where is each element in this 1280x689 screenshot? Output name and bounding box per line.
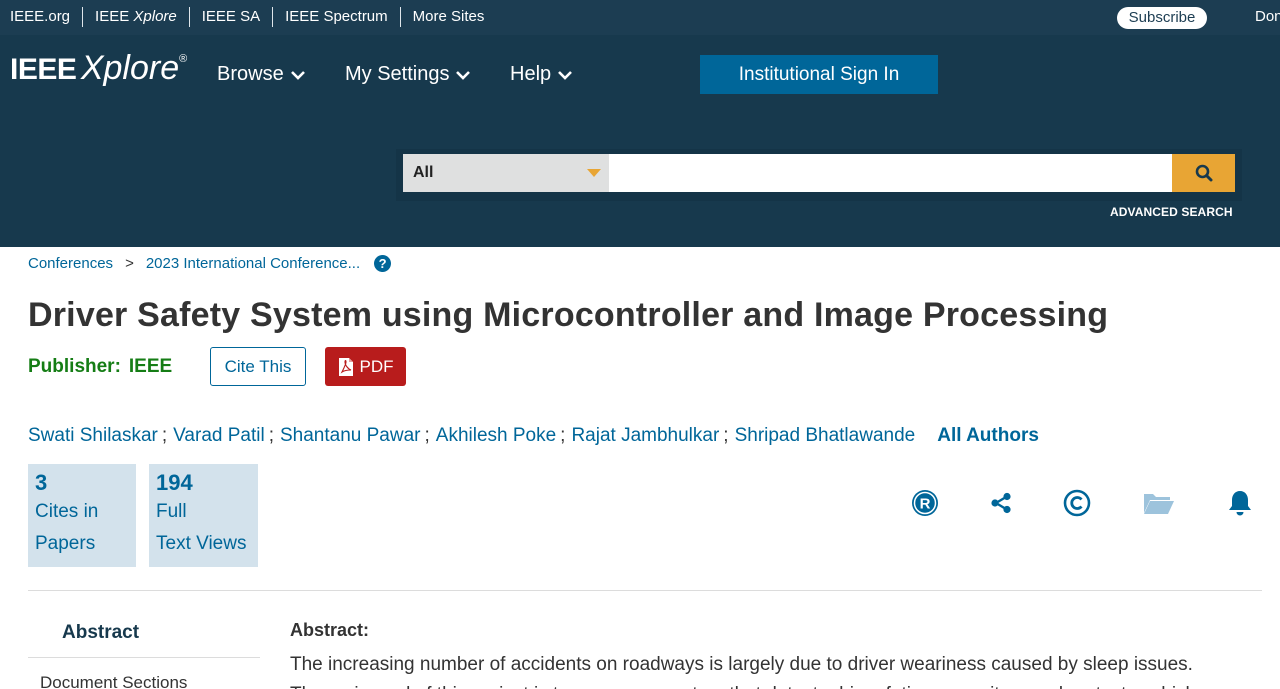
search-input[interactable] xyxy=(609,154,1172,192)
author-separator: ; xyxy=(723,425,729,446)
pdf-button-label: PDF xyxy=(359,356,394,376)
abstract-heading: Abstract: xyxy=(290,620,370,640)
rights-icon: R xyxy=(912,490,938,516)
caret-down-icon xyxy=(587,169,601,177)
top-bar: IEEE.org IEEE Xplore IEEE SA IEEE Spectr… xyxy=(0,0,1280,35)
copyright-icon xyxy=(1063,489,1091,517)
search-scope-dropdown[interactable]: All xyxy=(403,154,609,192)
nav-my-settings-label: My Settings xyxy=(345,63,450,85)
chevron-down-icon xyxy=(558,70,573,80)
search-bar: All xyxy=(396,149,1242,201)
sidebar-divider xyxy=(28,657,260,658)
pdf-file-icon xyxy=(338,357,353,376)
publisher-label: Publisher: xyxy=(28,356,121,377)
folder-icon xyxy=(1144,494,1174,514)
save-to-folder-button[interactable] xyxy=(1143,488,1175,518)
help-icon[interactable]: ? xyxy=(374,255,392,272)
search-scope-value: All xyxy=(413,164,434,181)
author-link[interactable]: Shripad Bhatlawande xyxy=(735,425,916,447)
search-button[interactable] xyxy=(1172,154,1235,192)
metric-label-line1: Full xyxy=(156,501,187,522)
site-header: IEEE Xplore® Browse My Settings Help Ins… xyxy=(0,35,1280,247)
chevron-down-icon xyxy=(290,70,305,80)
metric-number: 3 xyxy=(35,470,48,495)
author-link[interactable]: Rajat Jambhulkar xyxy=(571,425,719,447)
search-icon xyxy=(1195,164,1212,182)
donate-link[interactable]: Donate xyxy=(1255,8,1280,25)
nav-help[interactable]: Help xyxy=(510,63,573,86)
link-ieee-xplore[interactable]: IEEE Xplore xyxy=(83,6,190,27)
breadcrumb-conferences[interactable]: Conferences xyxy=(28,255,113,272)
breadcrumb-conference[interactable]: 2023 International Conference... xyxy=(146,255,360,272)
link-ieee-org[interactable]: IEEE.org xyxy=(0,6,84,27)
share-button[interactable] xyxy=(986,488,1016,518)
nav-my-settings[interactable]: My Settings xyxy=(345,63,471,86)
author-separator: ; xyxy=(560,425,566,446)
subscribe-button[interactable]: Subscribe xyxy=(1117,7,1207,29)
nav-help-label: Help xyxy=(510,63,552,85)
metric-label-line2: Text Views xyxy=(156,533,247,554)
pdf-button[interactable]: PDF xyxy=(325,347,406,386)
author-separator: ; xyxy=(424,425,430,446)
metric-label-line2: Papers xyxy=(35,533,96,554)
publisher-value: IEEE xyxy=(128,356,173,377)
sidebar-item-abstract[interactable]: Abstract xyxy=(62,622,139,644)
metric-label-line1: Cites in xyxy=(35,501,99,522)
abstract-text: The increasing number of accidents on ro… xyxy=(290,654,1200,689)
link-ieee-spectrum[interactable]: IEEE Spectrum xyxy=(273,6,401,27)
metric-cites-in-papers[interactable]: 3 Cites in Papers xyxy=(28,464,136,567)
chevron-down-icon xyxy=(456,70,471,80)
alerts-button[interactable] xyxy=(1225,488,1255,518)
author-link[interactable]: Shantanu Pawar xyxy=(280,425,421,447)
sidebar-item-document-sections[interactable]: Document Sections xyxy=(40,673,187,689)
link-more-sites[interactable]: More Sites xyxy=(401,7,497,27)
share-icon xyxy=(991,492,1011,514)
all-authors-link[interactable]: All Authors xyxy=(937,425,1039,447)
nav-browse-label: Browse xyxy=(217,63,284,85)
author-list: Swati Shilaskar; Varad Patil; Shantanu P… xyxy=(28,425,1039,447)
publisher-info: Publisher: IEEE xyxy=(28,356,172,378)
logo-registered-mark: ® xyxy=(179,53,188,65)
copyright-button[interactable] xyxy=(1062,488,1092,518)
nav-browse[interactable]: Browse xyxy=(217,63,306,86)
advanced-search-link[interactable]: ADVANCED SEARCH xyxy=(1110,205,1233,219)
link-ieee-xplore-italic: Xplore xyxy=(133,7,177,25)
logo-ieee-text: IEEE xyxy=(10,53,77,86)
metric-full-text-views[interactable]: 194 Full Text Views xyxy=(149,464,258,567)
breadcrumb-separator: > xyxy=(125,255,134,272)
breadcrumb: Conferences > 2023 International Confere… xyxy=(28,255,392,272)
author-link[interactable]: Swati Shilaskar xyxy=(28,425,158,447)
top-links: IEEE.org IEEE Xplore IEEE SA IEEE Spectr… xyxy=(0,0,496,33)
ieee-xplore-logo[interactable]: IEEE Xplore® xyxy=(10,49,187,88)
section-divider xyxy=(28,590,1262,591)
svg-text:R: R xyxy=(920,496,931,513)
institutional-sign-in-button[interactable]: Institutional Sign In xyxy=(700,55,938,94)
rights-permissions-button[interactable]: R xyxy=(910,488,940,518)
cite-this-button[interactable]: Cite This xyxy=(210,347,306,386)
author-link[interactable]: Varad Patil xyxy=(173,425,265,447)
logo-xplore-text: Xplore xyxy=(80,49,180,87)
author-separator: ; xyxy=(268,425,274,446)
metric-number: 194 xyxy=(156,470,193,495)
link-ieee-xplore-plain: IEEE xyxy=(95,7,134,25)
page-title: Driver Safety System using Microcontroll… xyxy=(28,296,1109,334)
link-ieee-sa[interactable]: IEEE SA xyxy=(190,6,274,27)
bell-icon xyxy=(1229,491,1251,516)
author-separator: ; xyxy=(161,425,168,446)
author-link[interactable]: Akhilesh Poke xyxy=(436,425,556,447)
